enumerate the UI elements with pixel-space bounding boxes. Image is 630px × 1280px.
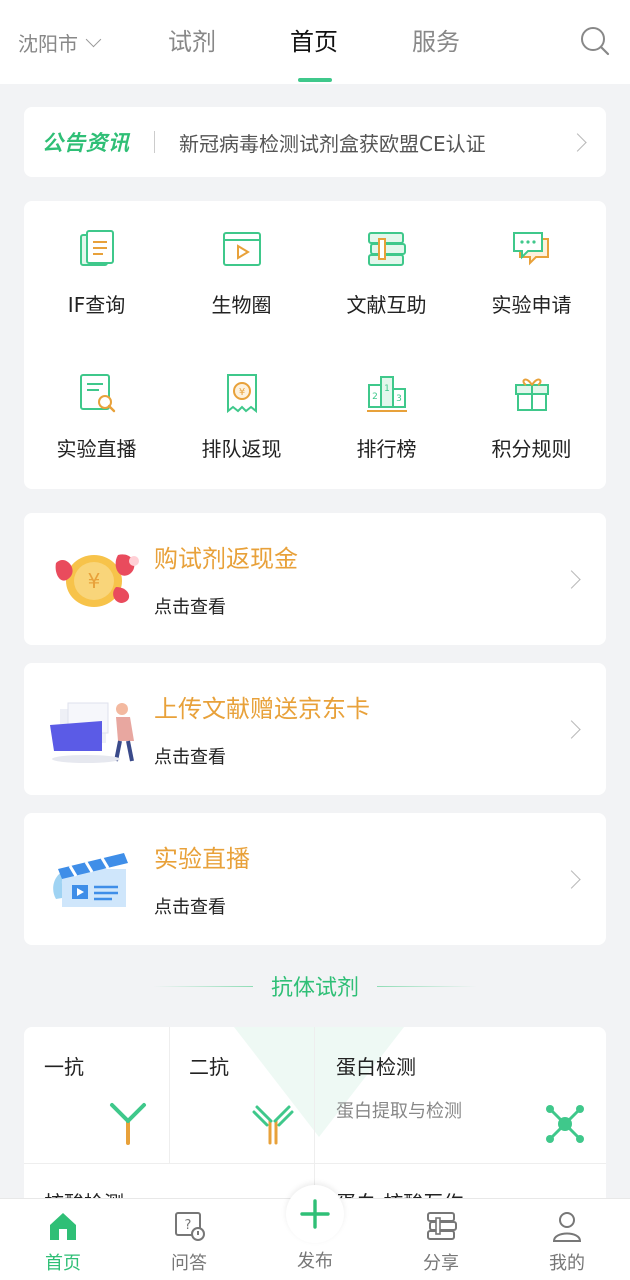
top-header: 沈阳市 试剂 首页 服务 [0, 0, 630, 84]
bottom-nav: 首页 ? 问答 发布 分享 我的 [0, 1185, 630, 1280]
coin-illustration: ¥ [55, 554, 139, 607]
notice-bar[interactable]: 公告资讯 新冠病毒检测试剂盒获欧盟CE认证 [24, 107, 606, 177]
promo-title: 实验直播 [154, 845, 250, 873]
svg-text:2: 2 [372, 392, 378, 402]
city-selector[interactable]: 沈阳市 [18, 28, 102, 57]
product-cell-primary-antibody[interactable]: 一抗 [24, 1027, 169, 1163]
city-label: 沈阳市 [18, 32, 78, 56]
publish-button[interactable] [286, 1185, 344, 1243]
grid-item-bio-circle[interactable]: 生物圈 [169, 227, 314, 318]
grid-item-label: 排队返现 [201, 437, 282, 461]
product-name: 二抗 [189, 1055, 229, 1079]
tab-reagent[interactable]: 试剂 [168, 22, 216, 57]
grid-item-label: 积分规则 [491, 437, 572, 461]
grid-item-if-query[interactable]: IF查询 [24, 227, 169, 318]
nav-qa[interactable]: ? 问答 [144, 1209, 234, 1275]
video-icon [222, 232, 261, 266]
promo-title: 上传文献赠送京东卡 [154, 695, 370, 723]
grid-item-label: 实验直播 [56, 437, 137, 461]
nav-label: 分享 [423, 1253, 459, 1274]
grid-item-label: 排行榜 [356, 437, 417, 461]
section-title: 抗体试剂 [0, 970, 630, 1002]
grid-item-experiment-apply[interactable]: 实验申请 [459, 227, 604, 318]
question-icon: ? [175, 1212, 205, 1241]
grid-item-label: 文献互助 [346, 293, 427, 317]
svg-text:3: 3 [396, 394, 402, 404]
nav-label: 问答 [171, 1253, 207, 1274]
grid-item-queue-cashback[interactable]: ¥ 排队返现 [169, 371, 314, 462]
product-name: 蛋白检测 [336, 1055, 416, 1079]
grid-item-experiment-live[interactable]: 实验直播 [24, 371, 169, 462]
tab-home[interactable]: 首页 [290, 22, 338, 57]
promo-card-experiment-live[interactable]: 实验直播 点击查看 [24, 813, 606, 945]
svg-text:1: 1 [384, 384, 390, 394]
chevron-down-icon [85, 31, 102, 48]
svg-text:¥: ¥ [88, 569, 101, 593]
nav-mine[interactable]: 我的 [522, 1209, 612, 1275]
search-icon[interactable] [580, 26, 610, 56]
share-books-icon [427, 1212, 457, 1240]
promo-card-upload-literature[interactable]: 上传文献赠送京东卡 点击查看 [24, 663, 606, 795]
tab-service[interactable]: 服务 [412, 22, 460, 57]
nav-label: 首页 [45, 1253, 81, 1274]
grid-item-label: IF查询 [67, 293, 126, 317]
chat-icon [512, 232, 549, 266]
product-cell-secondary-antibody[interactable]: 二抗 [169, 1027, 314, 1163]
grid-item-ranking[interactable]: 2 1 3 排行榜 [314, 371, 459, 462]
antibody-icon [252, 1105, 294, 1145]
product-name: 一抗 [44, 1055, 84, 1079]
section-title-text: 抗体试剂 [270, 976, 359, 1001]
nav-share[interactable]: 分享 [396, 1209, 486, 1275]
chevron-right-icon [562, 720, 581, 739]
chevron-right-icon [562, 570, 581, 589]
antibody-icon [110, 1103, 146, 1145]
home-icon [50, 1213, 76, 1240]
clapperboard-illustration [53, 853, 128, 907]
upload-illustration [50, 702, 134, 763]
nav-label: 我的 [549, 1253, 585, 1274]
active-tab-indicator [298, 78, 332, 82]
product-cell-protein-detection[interactable]: 蛋白检测 蛋白提取与检测 [314, 1027, 606, 1163]
plus-icon [300, 1199, 330, 1229]
feature-grid: IF查询 生物圈 文献互助 实验申请 实验直播 ¥ 排队返现 2 1 3 排行榜… [24, 201, 606, 489]
promo-subtitle: 点击查看 [154, 597, 226, 618]
nav-label: 发布 [297, 1251, 333, 1272]
report-search-icon [79, 374, 115, 413]
receipt-yen-icon: ¥ [226, 374, 257, 414]
grid-item-label: 生物圈 [211, 293, 272, 317]
molecule-icon [546, 1105, 584, 1143]
divider [154, 131, 155, 153]
product-description: 蛋白提取与检测 [336, 1101, 462, 1122]
grid-item-literature[interactable]: 文献互助 [314, 227, 459, 318]
nav-home[interactable]: 首页 [18, 1209, 108, 1275]
chevron-right-icon [562, 870, 581, 889]
promo-subtitle: 点击查看 [154, 897, 226, 918]
notice-tag: 公告资讯 [42, 131, 130, 155]
podium-icon: 2 1 3 [366, 376, 407, 412]
document-icon [79, 230, 114, 266]
gift-icon [514, 378, 549, 411]
svg-text:?: ? [185, 1218, 192, 1233]
notice-text: 新冠病毒检测试剂盒获欧盟CE认证 [179, 131, 486, 156]
promo-title: 购试剂返现金 [154, 545, 298, 573]
books-icon [367, 232, 406, 266]
divider [377, 985, 477, 987]
grid-item-points-rules[interactable]: 积分规则 [459, 371, 604, 462]
user-icon [552, 1212, 582, 1242]
svg-text:¥: ¥ [238, 387, 244, 398]
promo-card-cashback[interactable]: ¥ 购试剂返现金 点击查看 [24, 513, 606, 645]
chevron-right-icon [568, 132, 587, 152]
grid-item-label: 实验申请 [491, 293, 572, 317]
divider [152, 985, 253, 987]
promo-subtitle: 点击查看 [154, 747, 226, 768]
